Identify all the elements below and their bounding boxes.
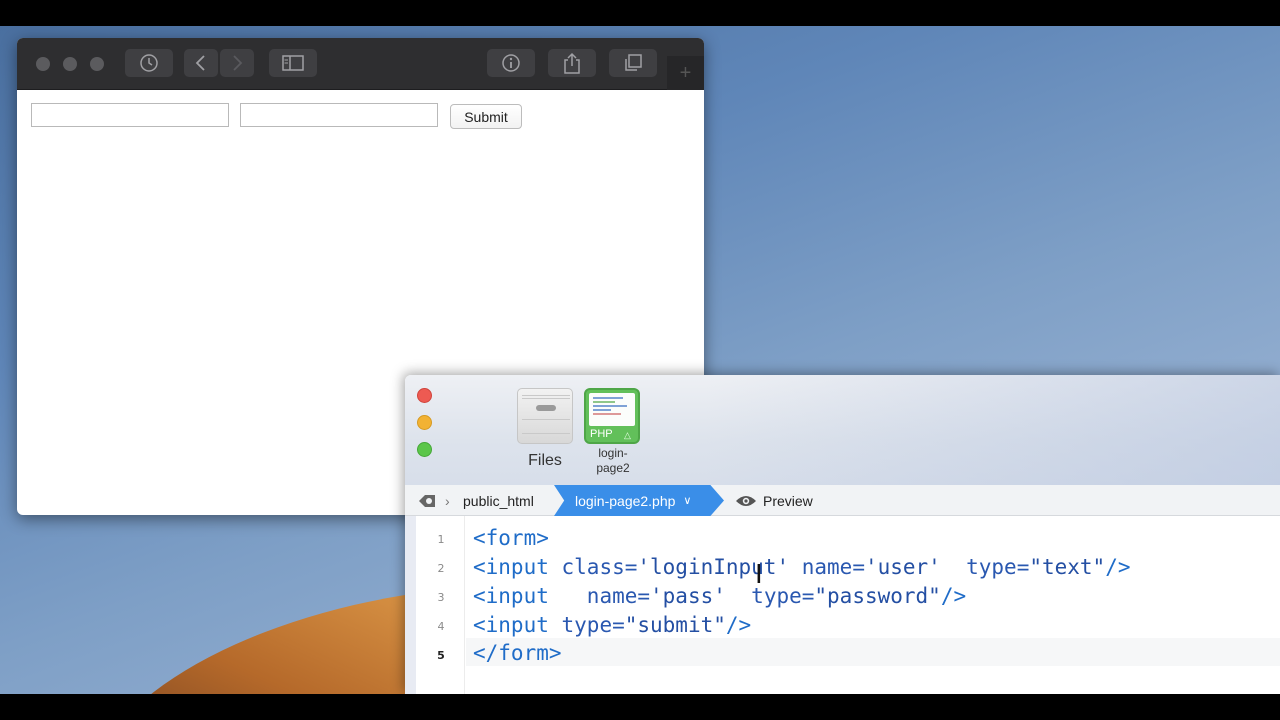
clock-icon (140, 54, 158, 72)
share-icon (564, 52, 580, 74)
close-editor-button[interactable] (417, 388, 432, 403)
history-button[interactable] (125, 49, 173, 77)
breadcrumb-file-label: login-page2.php (575, 492, 676, 509)
line-number-current: 5 (437, 649, 445, 662)
line-number: 4 (437, 620, 445, 633)
chevron-right-icon (233, 55, 243, 71)
breadcrumb-folder[interactable]: public_html (463, 485, 534, 516)
files-label: Files (528, 452, 562, 469)
new-tab-button[interactable]: + (667, 56, 704, 90)
zoom-window-button[interactable] (90, 57, 104, 71)
php-file-icon[interactable]: PHP △ (584, 388, 640, 444)
minimize-window-button[interactable] (63, 57, 77, 71)
line-number-gutter: 1 2 3 4 5 (405, 516, 465, 694)
preview-label: Preview (763, 492, 813, 509)
php-badge: PHP (590, 428, 613, 440)
share-button[interactable] (548, 49, 596, 77)
line-number: 3 (437, 591, 445, 604)
submit-button[interactable]: Submit (450, 104, 522, 129)
eye-icon (736, 495, 756, 506)
password-input[interactable] (240, 103, 438, 127)
letterbox-bottom (0, 694, 1280, 720)
line-number: 2 (437, 562, 445, 575)
php-file-label: login-page2 (596, 446, 630, 475)
code-line-2[interactable]: <input class='loginInput' name='user' ty… (473, 553, 1131, 581)
code-line-5[interactable]: </form> (473, 639, 562, 667)
plus-icon: + (679, 61, 692, 84)
code-line-4[interactable]: <input type="submit"/> (473, 611, 751, 639)
breadcrumb-file[interactable]: login-page2.php ∨ (554, 485, 724, 516)
screen: + Submit Files PHP △ login-page2 › publi… (0, 0, 1280, 720)
info-icon (502, 54, 520, 72)
chevron-right-icon: › (445, 492, 450, 509)
preview-button[interactable]: Preview (735, 485, 813, 516)
warning-icon: △ (624, 430, 631, 440)
files-icon[interactable] (517, 388, 573, 444)
text-cursor-icon: I (755, 560, 763, 590)
editor-window: Files PHP △ login-page2 › public_html lo… (405, 375, 1280, 694)
tabs-icon (625, 54, 642, 71)
zoom-editor-button[interactable] (417, 442, 432, 457)
forward-button[interactable] (220, 49, 254, 77)
sidebar-icon (282, 55, 304, 71)
user-input[interactable] (31, 103, 229, 127)
info-button[interactable] (487, 49, 535, 77)
code-line-3[interactable]: <input name='pass' type="password"/> (473, 582, 966, 610)
code-line-1[interactable]: <form> (473, 524, 549, 552)
minimize-editor-button[interactable] (417, 415, 432, 430)
current-line-highlight (466, 638, 1280, 666)
back-button[interactable] (184, 49, 218, 77)
line-number: 1 (437, 533, 445, 546)
navigate-icon[interactable] (417, 485, 437, 516)
breadcrumb: › public_html login-page2.php ∨ Preview (405, 485, 1280, 516)
close-window-button[interactable] (36, 57, 50, 71)
chevron-left-icon (195, 55, 205, 71)
letterbox-top (0, 0, 1280, 26)
sidebar-button[interactable] (269, 49, 317, 77)
tabs-overview-button[interactable] (609, 49, 657, 77)
browser-toolbar: + (17, 38, 704, 90)
chevron-down-icon: ∨ (683, 495, 692, 507)
editor-header: Files PHP △ login-page2 (405, 375, 1280, 485)
